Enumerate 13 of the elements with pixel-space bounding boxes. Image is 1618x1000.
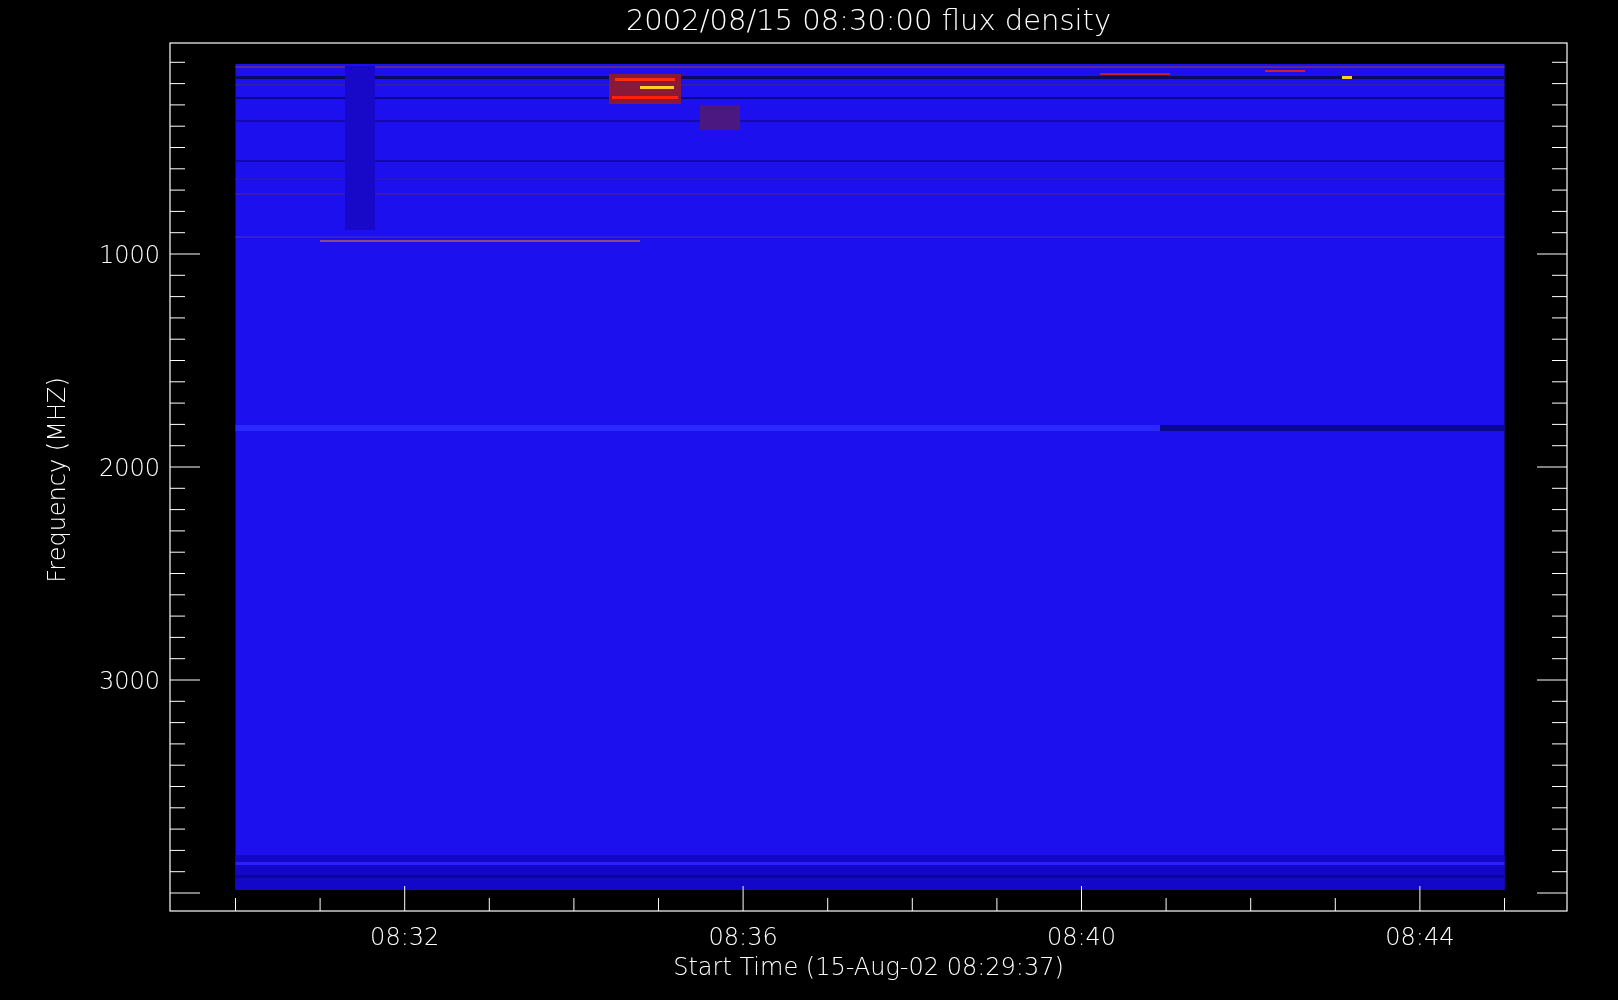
y-tick-label: 1000 xyxy=(98,241,160,269)
emission-spot xyxy=(1342,76,1352,79)
x-tick-label: 08:44 xyxy=(1385,923,1455,951)
radio-burst xyxy=(609,74,681,104)
x-axis-label: Start Time (15-Aug-02 08:29:37) xyxy=(673,953,1064,981)
y-tick-label: 3000 xyxy=(98,667,160,695)
burst-tail xyxy=(700,105,740,130)
x-tick-label: 08:36 xyxy=(708,923,778,951)
y-axis-label: Frequency (MHZ) xyxy=(43,377,71,583)
y-tick-label: 2000 xyxy=(98,454,160,482)
plot-title: 2002/08/15 08:30:00 flux density xyxy=(625,3,1112,37)
x-tick-label: 08:32 xyxy=(370,923,440,951)
x-tick-label: 08:40 xyxy=(1046,923,1117,951)
